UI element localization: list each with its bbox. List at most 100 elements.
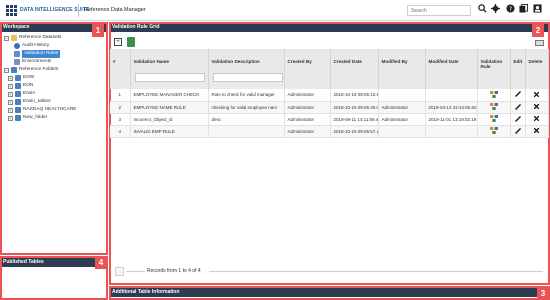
expand-icon[interactable]: + [8, 75, 13, 81]
validation-rule-icon[interactable] [477, 101, 511, 114]
delete-icon[interactable] [525, 125, 549, 138]
validation-rule-icon[interactable] [477, 89, 511, 102]
svg-text:?: ? [509, 6, 512, 13]
created-by-cell: Administrator [284, 89, 331, 102]
collapse-icon[interactable]: − [4, 67, 9, 73]
help-icon[interactable]: ? [505, 4, 516, 16]
validation-name-filter[interactable] [135, 73, 205, 82]
marker-3: 3 [537, 287, 549, 300]
history-icon [14, 43, 20, 49]
column-header-validation-name[interactable]: Validation Name [130, 49, 209, 89]
user-icon[interactable] [532, 4, 543, 16]
table-header-row: # Validation Name Validation Description… [110, 49, 549, 89]
tree-item-new-folder[interactable]: + New_folder [8, 114, 47, 122]
gear-icon[interactable] [490, 4, 501, 16]
tree-item-reference-folders[interactable]: − Reference Folders [4, 66, 58, 74]
tree-item-reference-datasets[interactable]: − Reference Datasets [4, 34, 61, 42]
created-date-cell: 2018-10-19 09:05:40.04 [330, 101, 379, 114]
tree-item-validation-rules[interactable]: Validation Rules [14, 50, 61, 58]
tree-item-erwin-tables[interactable]: + Erwin_tables [8, 98, 50, 106]
column-header-validation-rule[interactable]: Validation Rule [477, 49, 511, 89]
tree-label: Validation Rules [22, 50, 61, 58]
validation-name-cell: EMPLOYEE MANAGER CHECK [130, 89, 209, 102]
tree-label: Environments [22, 59, 52, 64]
column-header-modified-date[interactable]: Modified Date [425, 49, 478, 89]
add-icon[interactable]: + [114, 38, 122, 46]
edit-icon[interactable] [510, 113, 526, 126]
created-by-cell: Administrator [284, 113, 331, 126]
app-launcher-icon[interactable] [6, 5, 17, 16]
tree-item-erwin[interactable]: + Erwin [8, 90, 35, 98]
excel-export-icon[interactable] [127, 37, 135, 47]
tree-label: Erwin_tables [23, 99, 51, 104]
delete-icon[interactable] [525, 89, 549, 102]
edit-icon[interactable] [510, 125, 526, 138]
user-folder-icon [15, 91, 21, 97]
collapse-icon[interactable]: − [4, 35, 9, 41]
validation-description-cell [208, 125, 285, 138]
edit-icon[interactable] [510, 89, 526, 102]
validation-rule-icon[interactable] [477, 113, 511, 126]
tree-item-nasdaq-healthcare[interactable]: + NASDAQ HEALTHCARE [8, 106, 77, 114]
marker-2: 2 [532, 24, 544, 37]
column-header-validation-description[interactable]: Validation Description [208, 49, 285, 89]
column-header-created-date[interactable]: Created Date [330, 49, 379, 89]
row-number: 1 [110, 89, 131, 102]
column-settings-icon[interactable] [535, 40, 544, 46]
brand-divider [78, 4, 79, 17]
folder-users-icon [11, 67, 17, 73]
created-date-cell: 2018-10-19 09:05:10.61 [330, 89, 379, 102]
modified-date-cell: 2019-03-13 22:43:50.60 [425, 101, 478, 114]
validation-description-cell: Rule to check for valid manager [208, 89, 285, 102]
column-header-created-by[interactable]: Created By [284, 49, 331, 89]
validation-description-cell: desc [208, 113, 285, 126]
column-header-delete[interactable]: Delete [525, 49, 549, 89]
user-folder-icon [15, 107, 21, 113]
edit-icon[interactable] [510, 101, 526, 114]
highlight-frame-3 [109, 286, 550, 300]
delete-icon[interactable] [525, 113, 549, 126]
folder-icon [11, 35, 17, 41]
grid-footer: Records from 1 to 4 of 4 [115, 267, 543, 276]
expand-icon[interactable]: + [8, 115, 13, 121]
tree-label: Audit History [22, 43, 50, 48]
expand-icon[interactable]: + [8, 99, 13, 105]
column-header-modified-by[interactable]: Modified By [378, 49, 426, 89]
marker-4: 4 [95, 256, 107, 269]
rule-icon [14, 51, 20, 57]
tree-item-eon[interactable]: + EON [8, 82, 33, 90]
marker-1: 1 [92, 24, 104, 37]
created-by-cell: Administrator [284, 101, 331, 114]
tree-label: EDW [23, 75, 35, 80]
column-header-number[interactable]: # [110, 49, 131, 89]
delete-icon[interactable] [525, 101, 549, 114]
environment-icon [14, 59, 20, 65]
table-row[interactable]: 4 INVALID EMP RULE Administrator 2018-10… [110, 125, 549, 138]
table-row[interactable]: 1 EMPLOYEE MANAGER CHECK Rule to check f… [110, 89, 549, 102]
tree-item-audit-history[interactable]: Audit History [14, 42, 49, 50]
created-by-cell: Administrator [284, 125, 331, 138]
tree-item-environments[interactable]: Environments [14, 58, 51, 66]
pagination-button[interactable] [115, 267, 124, 276]
user-folder-icon [15, 83, 21, 89]
modified-by-cell: Administrator [378, 113, 426, 126]
validation-name-cell: Incorrect_Object_id [130, 113, 209, 126]
tree-label: EON [23, 83, 34, 88]
expand-icon[interactable]: + [8, 107, 13, 113]
tree-label: NASDAQ HEALTHCARE [23, 107, 77, 112]
search-icon[interactable] [477, 4, 488, 16]
validation-name-cell: INVALID EMP RULE [130, 125, 209, 138]
tree-item-edw[interactable]: + EDW [8, 74, 34, 82]
validation-description-filter[interactable] [213, 73, 283, 82]
validation-rule-icon[interactable] [477, 125, 511, 138]
created-date-cell: 2019-09-11 14:11:59.4 [330, 113, 379, 126]
table-row[interactable]: 2 EMPLOYEE NAME RULE checking for valid … [110, 101, 549, 114]
search-input[interactable] [407, 5, 471, 16]
table-row[interactable]: 3 Incorrect_Object_id desc Administrator… [110, 113, 549, 126]
column-header-edit[interactable]: Edit [510, 49, 526, 89]
documents-icon[interactable] [518, 4, 529, 16]
top-bar: DATA INTELLIGENCE SUITE Reference Data M… [0, 0, 550, 21]
expand-icon[interactable]: + [8, 91, 13, 97]
expand-icon[interactable]: + [8, 83, 13, 89]
created-date-cell: 2018-10-19 09:05:57.25 [330, 125, 379, 138]
